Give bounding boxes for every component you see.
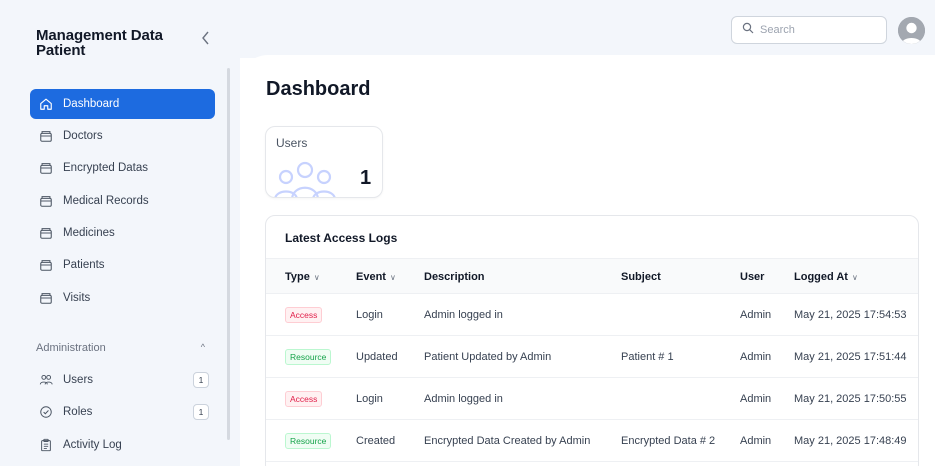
folder-icon [38,257,54,273]
chevron-down-icon: ∨ [313,273,320,282]
sidebar-item-label: Activity Log [63,439,122,451]
user-cell: Admin [740,351,772,363]
chevron-left-icon [201,31,211,49]
sidebar-item-label: Encrypted Datas [63,162,149,174]
table-row[interactable]: Access Login Admin logged in Admin May 2… [266,294,918,336]
user-avatar-icon [898,17,925,44]
column-header-type[interactable]: Type ∨ [285,259,320,295]
event-cell: Login [356,393,383,405]
logged-at-cell: May 21, 2025 17:51:44 [794,351,907,363]
sidebar-item-medicines[interactable]: Medicines [30,218,215,248]
user-cell: Admin [740,435,772,447]
description-cell: Admin logged in [424,309,503,321]
folder-icon [38,160,54,176]
section-label: Administration [36,342,106,354]
type-badge: Resource [285,433,332,449]
folder-icon [38,128,54,144]
latest-access-logs-card: Latest Access Logs Type ∨ Event ∨ Descript… [265,215,919,466]
folder-icon [38,193,54,209]
search-icon [742,21,760,39]
sidebar-item-visits[interactable]: Visits [30,283,215,313]
folder-icon [38,290,54,306]
sidebar-item-label: Patients [63,259,105,271]
type-badge: Resource [285,349,332,365]
administration-section-toggle[interactable]: Administration ^ [36,342,211,356]
shield-check-icon [38,404,54,420]
column-header-logged-at[interactable]: Logged At ∨ [794,259,858,295]
sidebar-item-dashboard[interactable]: Dashboard [30,89,215,119]
sidebar-item-label: Users [63,374,94,386]
type-badge: Access [285,307,323,323]
logged-at-cell: May 21, 2025 17:48:49 [794,435,907,447]
stat-value: 1 [360,167,372,189]
logged-at-cell: May 21, 2025 17:50:55 [794,393,907,405]
card-title: Latest Access Logs [285,231,398,245]
home-icon [38,96,54,112]
folder-icon [38,225,54,241]
logged-at-cell: May 21, 2025 17:54:53 [794,309,907,321]
column-header-user: User [740,271,765,283]
description-cell: Patient Updated by Admin [424,351,552,363]
chevron-down-icon: ∨ [851,273,858,282]
user-cell: Admin [740,393,772,405]
sidebar-item-roles[interactable]: Roles 1 [30,397,215,427]
sidebar-item-encrypted-datas[interactable]: Encrypted Datas [30,153,215,183]
user-avatar[interactable] [898,17,925,44]
type-badge: Access [285,391,323,407]
event-cell: Created [356,435,396,447]
collapse-sidebar-button[interactable] [198,31,214,49]
description-cell: Encrypted Data Created by Admin [424,435,591,447]
chevron-up-icon: ^ [200,342,205,352]
description-cell: Admin logged in [424,393,503,405]
clipboard-icon [38,437,54,453]
sidebar-item-medical-records[interactable]: Medical Records [30,186,215,216]
event-cell: Login [356,309,383,321]
table-row[interactable]: Access Login Admin logged in Admin May 2… [266,378,918,420]
event-cell: Updated [356,351,398,363]
sidebar-item-label: Roles [63,406,93,418]
chevron-down-icon: ∨ [389,273,396,282]
column-header-event[interactable]: Event ∨ [356,259,396,295]
sidebar-item-label: Visits [63,292,91,304]
users-icon [274,159,336,197]
search-box[interactable] [731,16,887,44]
sidebar-scrollbar[interactable] [227,68,230,440]
page-title: Dashboard [266,78,371,100]
app-title: Management Data Patient [36,27,163,59]
subject-cell: Encrypted Data # 2 [621,435,716,447]
stat-label: Users [276,136,308,150]
sidebar-item-doctors[interactable]: Doctors [30,121,215,151]
table-header: Type ∨ Event ∨ Description Subject User Lo… [266,258,918,295]
table-row[interactable]: Resource Created Encrypted Data Created … [266,420,918,462]
users-stat-card[interactable]: Users 1 [265,126,383,198]
sidebar-item-label: Dashboard [63,98,120,110]
sidebar-item-activity-log[interactable]: Activity Log [30,430,215,460]
users-icon [38,372,54,388]
user-cell: Admin [740,309,772,321]
table-row[interactable]: Resource Updated Patient Updated by Admi… [266,336,918,378]
search-input[interactable] [760,24,880,36]
sidebar-item-label: Medicines [63,227,115,239]
subject-cell: Patient # 1 [621,351,674,363]
sidebar-item-users[interactable]: Users 1 [30,365,215,395]
sidebar-item-label: Medical Records [63,195,149,207]
column-header-description: Description [424,271,485,283]
sidebar-item-label: Doctors [63,130,103,142]
count-badge: 1 [193,372,209,388]
column-header-subject: Subject [621,271,661,283]
sidebar: Management Data Patient Dashboard Doctor… [0,0,240,466]
count-badge: 1 [193,404,209,420]
sidebar-item-patients[interactable]: Patients [30,250,215,280]
